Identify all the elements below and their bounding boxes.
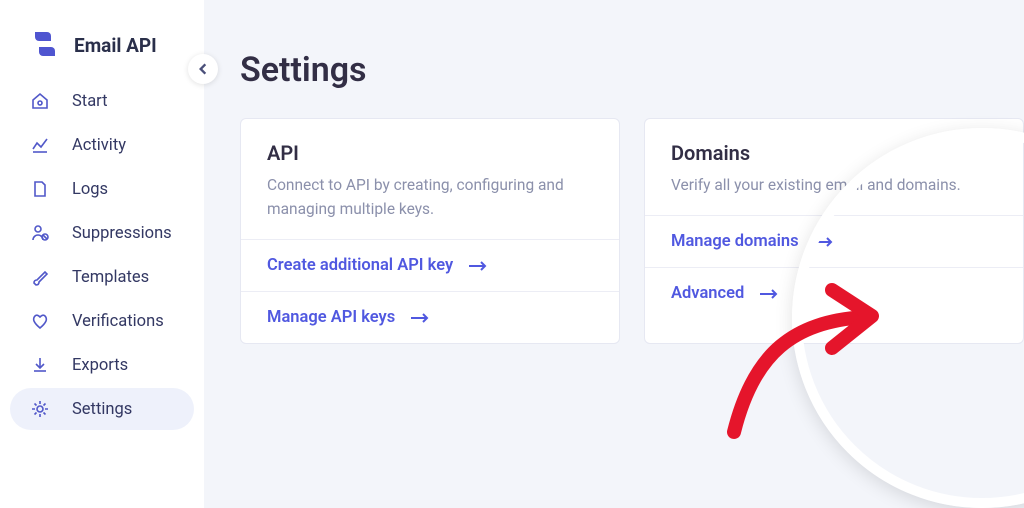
sidebar-item-label: Suppressions <box>72 224 172 243</box>
sidebar-item-start[interactable]: Start <box>10 80 194 122</box>
card-domains-desc: Verify all your existing email and domai… <box>671 173 997 197</box>
sidebar-item-verifications[interactable]: Verifications <box>10 300 194 342</box>
sidebar-item-exports[interactable]: Exports <box>10 344 194 386</box>
sidebar-item-label: Verifications <box>72 312 164 331</box>
manage-domains-link[interactable]: Manage domains <box>645 215 1023 267</box>
card-api-title: API <box>267 141 593 165</box>
arrow-right-icon <box>813 235 835 249</box>
create-api-key-link[interactable]: Create additional API key <box>241 239 619 291</box>
sidebar-item-templates[interactable]: Templates <box>10 256 194 298</box>
sidebar: Email API Start Activity Logs <box>0 0 204 508</box>
card-api-desc: Connect to API by creating, configuring … <box>267 173 593 221</box>
app-logo-icon <box>30 30 60 60</box>
arrow-right-icon <box>467 259 489 273</box>
sidebar-item-label: Activity <box>72 136 126 155</box>
chart-icon <box>30 135 50 155</box>
sidebar-item-label: Start <box>72 92 108 111</box>
arrow-right-icon <box>758 287 780 301</box>
card-action-label: Create additional API key <box>267 256 453 275</box>
card-action-label: Advanced <box>671 284 744 303</box>
card-domains-title: Domains <box>671 141 997 165</box>
sidebar-item-settings[interactable]: Settings <box>10 388 194 430</box>
page-title: Settings <box>240 50 1024 90</box>
heart-check-icon <box>30 311 50 331</box>
download-icon <box>30 355 50 375</box>
arrow-right-icon <box>409 311 431 325</box>
manage-api-keys-link[interactable]: Manage API keys <box>241 291 619 343</box>
sidebar-item-label: Settings <box>72 400 132 419</box>
card-action-label: Manage API keys <box>267 308 395 327</box>
sidebar-item-activity[interactable]: Activity <box>10 124 194 166</box>
sidebar-item-label: Logs <box>72 180 108 199</box>
block-icon <box>30 223 50 243</box>
main-content: Settings API Connect to API by creating,… <box>204 0 1024 508</box>
sidebar-item-logs[interactable]: Logs <box>10 168 194 210</box>
advanced-link[interactable]: Advanced <box>645 267 1023 319</box>
sidebar-item-label: Exports <box>72 356 128 375</box>
card-domains: Domains Verify all your existing email a… <box>644 118 1024 344</box>
app-logo-row: Email API <box>0 20 204 80</box>
home-icon <box>30 91 50 111</box>
gear-icon <box>30 399 50 419</box>
app-name: Email API <box>74 34 157 57</box>
card-api: API Connect to API by creating, configur… <box>240 118 620 344</box>
sidebar-item-suppressions[interactable]: Suppressions <box>10 212 194 254</box>
brush-icon <box>30 267 50 287</box>
document-icon <box>30 179 50 199</box>
settings-cards: API Connect to API by creating, configur… <box>240 118 1024 344</box>
card-action-label: Manage domains <box>671 232 799 251</box>
sidebar-nav: Start Activity Logs Suppressions Templat… <box>0 80 204 430</box>
sidebar-item-label: Templates <box>72 268 149 287</box>
